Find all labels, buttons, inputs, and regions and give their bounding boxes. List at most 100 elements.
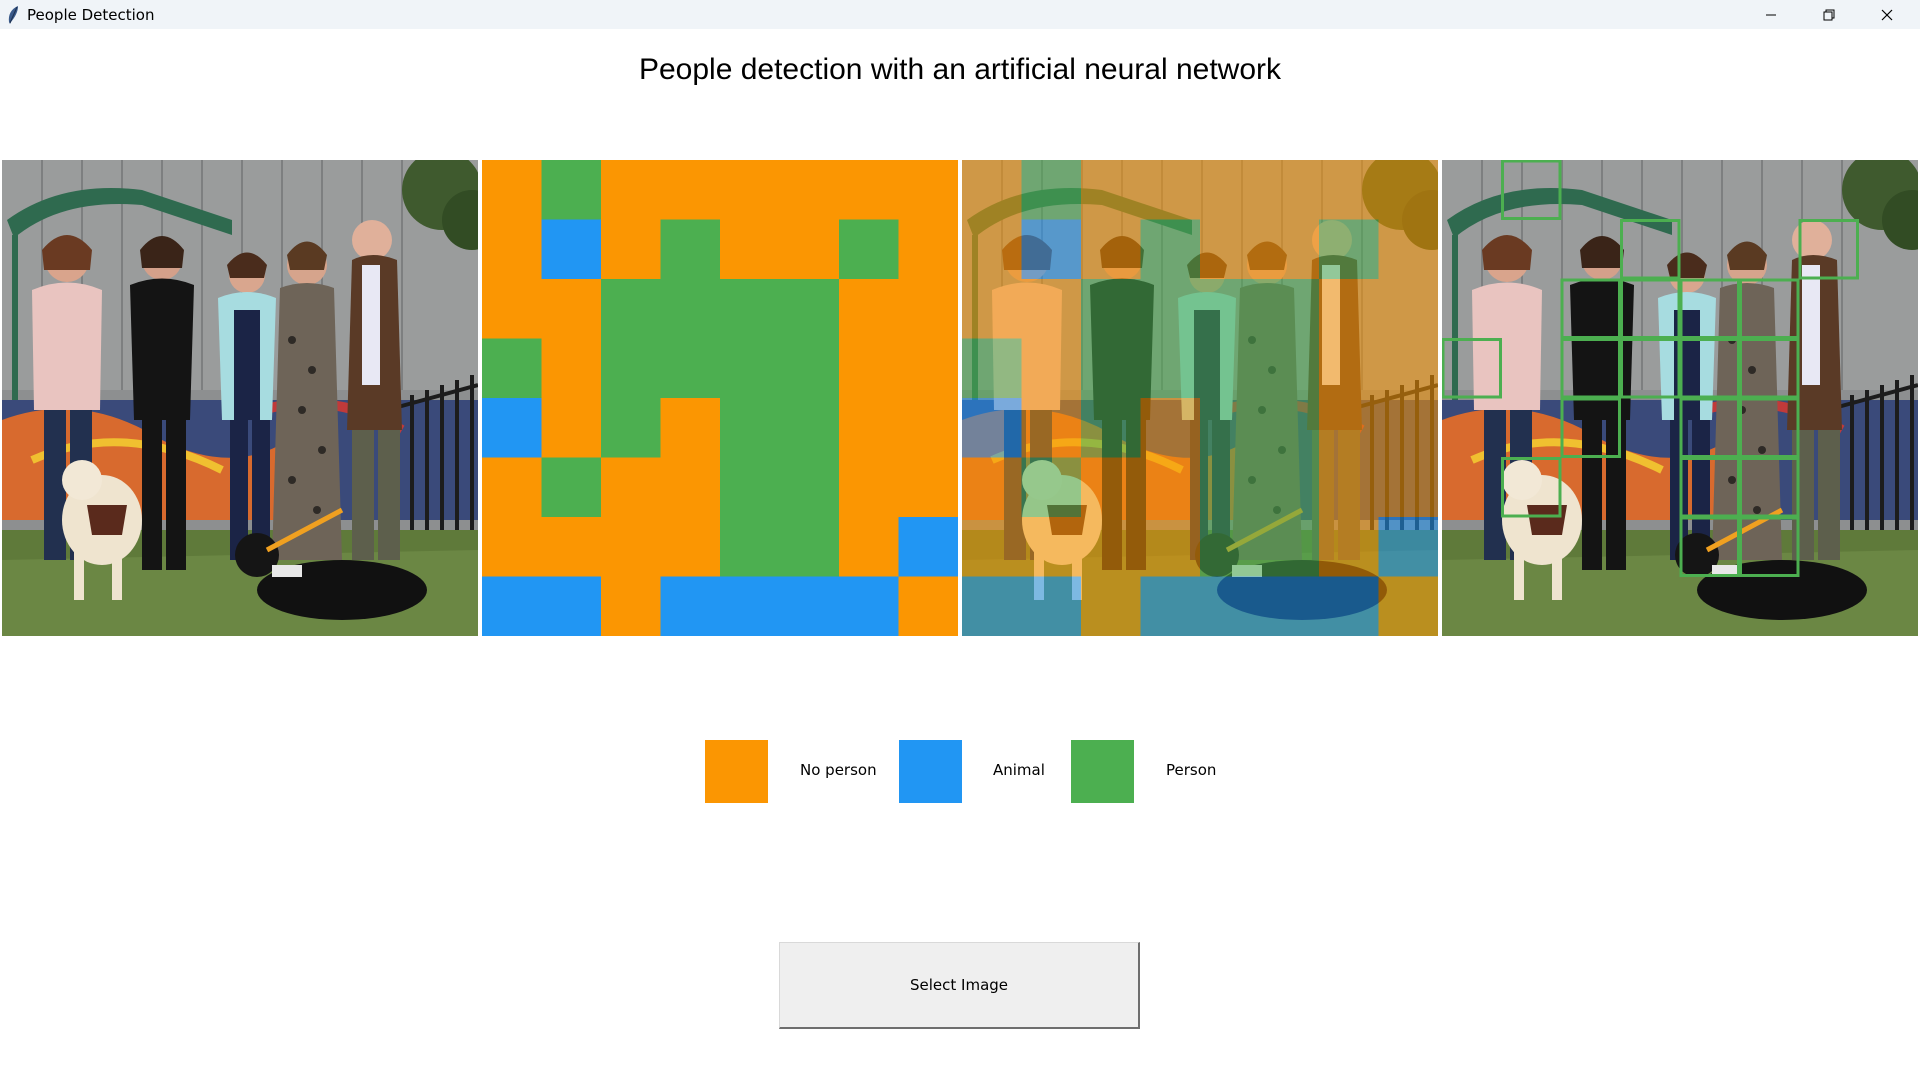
overlay-cell-person: [1259, 279, 1320, 339]
overlay-cell-animal: [1021, 219, 1082, 280]
overlay-cell-animal: [1319, 576, 1379, 636]
grid-cell-animal: [898, 517, 958, 577]
grid-cell-no-person: [898, 398, 958, 458]
overlay-cell-person: [1021, 457, 1082, 518]
grid-cell-no-person: [601, 219, 661, 280]
grid-cell-no-person: [898, 457, 958, 518]
grid-cell-no-person: [482, 279, 542, 339]
outline-photo: [1442, 160, 1918, 636]
overlay-cell-person: [1259, 338, 1320, 399]
grid-cell-person: [720, 517, 780, 577]
grid-cell-no-person: [660, 160, 721, 220]
overlay-cell-no-person: [962, 517, 1022, 577]
overlay-cell-person: [1081, 398, 1141, 458]
overlay-cell-animal: [1200, 576, 1260, 636]
grid-cell-no-person: [898, 160, 958, 220]
overlay-cell-animal: [962, 576, 1022, 636]
overlay-cell-no-person: [1200, 219, 1260, 280]
overlay-cell-no-person: [1319, 338, 1379, 399]
grid-cell-no-person: [482, 219, 542, 280]
grid-cell-no-person: [601, 576, 661, 636]
grid-cell-person: [601, 398, 661, 458]
classification-grid-panel: [482, 160, 958, 636]
grid-cell-person: [720, 398, 780, 458]
overlay-cell-no-person: [1081, 457, 1141, 518]
grid-cell-person: [601, 279, 661, 339]
grid-cell-no-person: [541, 338, 602, 399]
overlay-cell-no-person: [1140, 398, 1201, 458]
grid-cell-animal: [839, 576, 899, 636]
legend-label-animal: Animal: [993, 761, 1045, 779]
overlay-cell-no-person: [1378, 576, 1438, 636]
overlay-cell-no-person: [1140, 457, 1201, 518]
grid-cell-person: [660, 279, 721, 339]
grid-cell-no-person: [898, 279, 958, 339]
overlay-cell-no-person: [1021, 338, 1082, 399]
overlay-cell-no-person: [1140, 517, 1201, 577]
grid-cell-person: [839, 219, 899, 280]
grid-cell-person: [779, 279, 840, 339]
legend-swatch-no-person: [705, 740, 768, 803]
restore-icon: [1823, 9, 1835, 21]
overlay-cell-person: [962, 338, 1022, 399]
overlay-cell-no-person: [1200, 160, 1260, 220]
overlay-cell-no-person: [962, 457, 1022, 518]
grid-cell-no-person: [779, 219, 840, 280]
grid-cell-no-person: [541, 279, 602, 339]
grid-cell-animal: [541, 576, 602, 636]
overlay-cell-no-person: [1081, 576, 1141, 636]
grid-cell-person: [482, 338, 542, 399]
grid-cell-no-person: [720, 219, 780, 280]
overlay-cell-no-person: [1259, 219, 1320, 280]
grid-cell-no-person: [601, 517, 661, 577]
grid-cell-person: [779, 398, 840, 458]
overlay-cell-animal: [1140, 576, 1201, 636]
grid-cell-person: [601, 338, 661, 399]
overlay-cell-no-person: [1319, 160, 1379, 220]
overlay-cell-animal: [1021, 576, 1082, 636]
overlay-cell-person: [1200, 338, 1260, 399]
grid-cell-person: [660, 338, 721, 399]
overlay-cell-no-person: [962, 219, 1022, 280]
overlay-cell-person: [1200, 279, 1260, 339]
overlay-cell-person: [1140, 219, 1201, 280]
grid-cell-person: [660, 219, 721, 280]
legend-swatch-animal: [899, 740, 962, 803]
grid-cell-no-person: [898, 576, 958, 636]
restore-button[interactable]: [1800, 0, 1858, 29]
overlay-cell-no-person: [1021, 279, 1082, 339]
grid-cell-no-person: [541, 398, 602, 458]
overlay-cell-animal: [1259, 576, 1320, 636]
overlay-cell-person: [1140, 338, 1201, 399]
overlay-cell-person: [1259, 457, 1320, 518]
grid-cell-animal: [720, 576, 780, 636]
overlay-cell-no-person: [1140, 160, 1201, 220]
grid-cell-no-person: [839, 160, 899, 220]
grid-cell-no-person: [482, 457, 542, 518]
overlay-cell-person: [1319, 219, 1379, 280]
original-photo: [2, 160, 478, 636]
feather-icon: [6, 5, 20, 25]
overlay-cell-person: [1200, 398, 1260, 458]
minimize-button[interactable]: [1742, 0, 1800, 29]
overlay-cell-person: [1081, 279, 1141, 339]
grid-cell-no-person: [601, 457, 661, 518]
close-button[interactable]: [1858, 0, 1916, 29]
legend-label-person: Person: [1166, 761, 1217, 779]
overlay-cell-no-person: [1081, 160, 1141, 220]
grid-cell-person: [720, 279, 780, 339]
person-outline-image-panel: [1442, 160, 1918, 636]
grid-cell-animal: [541, 219, 602, 280]
minimize-icon: [1765, 9, 1777, 21]
grid-cell-animal: [779, 576, 840, 636]
overlay-cell-no-person: [1378, 219, 1438, 280]
overlay-cell-person: [1021, 160, 1082, 220]
overlay-image-panel: [962, 160, 1438, 636]
select-image-button[interactable]: Select Image: [779, 942, 1140, 1029]
overlay-cell-no-person: [1081, 219, 1141, 280]
grid-cell-no-person: [779, 160, 840, 220]
grid-cell-person: [720, 457, 780, 518]
grid-cell-no-person: [541, 517, 602, 577]
overlay-cell-no-person: [1378, 457, 1438, 518]
overlay-cell-person: [1081, 338, 1141, 399]
